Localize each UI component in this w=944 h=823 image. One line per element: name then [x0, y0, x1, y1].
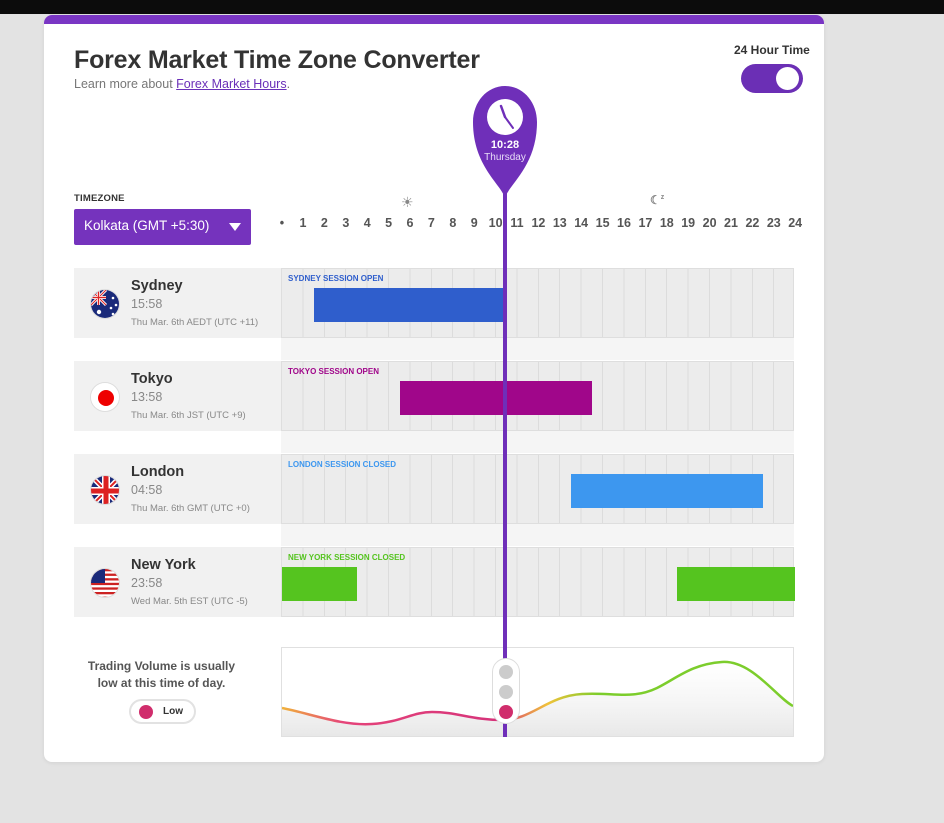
- local-time: 15:58: [131, 297, 163, 311]
- converter-card: Forex Market Time Zone Converter Learn m…: [44, 15, 824, 762]
- volume-level-label: Low: [163, 706, 183, 717]
- hour-label: 2: [320, 216, 328, 230]
- hour-label: 15: [595, 216, 610, 230]
- hour-label: 17: [638, 216, 653, 230]
- hour-label: 13: [552, 216, 567, 230]
- row-spacer: [281, 524, 794, 546]
- session-bar: [677, 567, 795, 601]
- session-timeline: SYDNEY SESSION OPEN: [281, 268, 794, 338]
- volume-level-dot: [139, 705, 153, 719]
- local-date: Thu Mar. 6th AEDT (UTC +11): [131, 317, 259, 328]
- local-time: 23:58: [131, 576, 163, 590]
- hour-label: 19: [681, 216, 696, 230]
- subtitle: Learn more about Forex Market Hours.: [74, 77, 290, 91]
- hour-axis: • 1 2 3 4 5 6 7 8 9 10 11 12 13 14 15 16 17 18 19 20 21 22 23 2…: [44, 216, 824, 236]
- indicator-light-low: [499, 705, 513, 719]
- volume-level-badge: Low: [129, 699, 196, 724]
- card-accent-bar: [44, 15, 824, 24]
- volume-chart: [281, 647, 794, 737]
- session-bar: [399, 381, 592, 415]
- hour-label: 18: [659, 216, 674, 230]
- hour-label: 11: [510, 216, 524, 230]
- volume-description: Trading Volume is usually low at this ti…: [87, 659, 236, 690]
- hour-label: 5: [385, 216, 393, 230]
- hour-label: 22: [745, 216, 760, 230]
- market-info: London 04:58 Thu Mar. 6th GMT (UTC +0): [74, 454, 281, 524]
- market-row-sydney: Sydney 15:58 Thu Mar. 6th AEDT (UTC +11)…: [74, 268, 794, 338]
- indicator-light-high: [499, 665, 513, 679]
- hour-label: 7: [427, 216, 435, 230]
- hour-label: 3: [342, 216, 350, 230]
- hour-dot: •: [279, 216, 285, 230]
- hour-label: 21: [724, 216, 738, 230]
- pin-time: 10:28: [490, 139, 520, 151]
- session-timeline: LONDON SESSION CLOSED: [281, 454, 794, 524]
- market-row-london: London 04:58 Thu Mar. 6th GMT (UTC +0) L…: [74, 454, 794, 524]
- session-bar: [314, 288, 507, 322]
- city-name: New York: [131, 557, 196, 573]
- session-status: SYDNEY SESSION OPEN: [288, 274, 384, 283]
- usa-flag-icon: [90, 568, 120, 598]
- session-status: LONDON SESSION CLOSED: [288, 460, 397, 469]
- hour-label: 14: [574, 216, 589, 230]
- hour-label: 4: [363, 216, 371, 230]
- session-timeline: NEW YORK SESSION CLOSED: [281, 547, 795, 617]
- hour-label: 12: [531, 216, 546, 230]
- current-time-line[interactable]: [503, 175, 507, 737]
- local-date: Thu Mar. 6th GMT (UTC +0): [131, 503, 250, 514]
- volume-indicator: [492, 658, 520, 724]
- city-name: Sydney: [131, 278, 183, 294]
- hour-label: 8: [449, 216, 457, 230]
- session-status: TOKYO SESSION OPEN: [288, 367, 379, 376]
- subtitle-prefix: Learn more about: [74, 77, 177, 91]
- market-row-tokyo: Tokyo 13:58 Thu Mar. 6th JST (UTC +9) TO…: [74, 361, 794, 431]
- city-name: Tokyo: [131, 371, 173, 387]
- indicator-light-medium: [499, 685, 513, 699]
- session-status: NEW YORK SESSION CLOSED: [288, 553, 406, 562]
- hour-label: 6: [406, 216, 414, 230]
- sun-icon: ☀: [401, 194, 414, 210]
- timezone-label: TIMEZONE: [74, 193, 125, 204]
- japan-flag-icon: [90, 382, 120, 412]
- market-info: New York 23:58 Wed Mar. 5th EST (UTC -5): [74, 547, 281, 617]
- moon-sleep-icon: ☾z: [650, 193, 665, 207]
- 24-hour-toggle[interactable]: [741, 64, 803, 93]
- market-row-new-york: New York 23:58 Wed Mar. 5th EST (UTC -5)…: [74, 547, 795, 617]
- city-name: London: [131, 464, 185, 480]
- hour-label: 1: [299, 216, 307, 230]
- australia-flag-icon: [90, 289, 120, 319]
- toggle-knob: [776, 67, 799, 90]
- page-title: Forex Market Time Zone Converter: [74, 46, 480, 74]
- hour-label: 16: [617, 216, 631, 230]
- hour-label: 23: [766, 216, 781, 230]
- market-info: Tokyo 13:58 Thu Mar. 6th JST (UTC +9): [74, 361, 281, 431]
- subtitle-suffix: .: [286, 77, 291, 91]
- 24-hour-toggle-label: 24 Hour Time: [734, 43, 810, 57]
- hour-label: 9: [470, 216, 478, 230]
- pin-day: Thursday: [484, 152, 526, 163]
- market-info: Sydney 15:58 Thu Mar. 6th AEDT (UTC +11): [74, 268, 281, 338]
- local-date: Wed Mar. 5th EST (UTC -5): [131, 596, 248, 607]
- uk-flag-icon: [90, 475, 120, 505]
- session-bar: [570, 474, 763, 508]
- local-time: 04:58: [131, 483, 163, 497]
- current-time-pin[interactable]: 10:28 Thursday: [473, 84, 537, 200]
- hour-label: 20: [702, 216, 717, 230]
- row-spacer: [281, 431, 794, 453]
- hour-label: 24: [788, 216, 803, 230]
- volume-curve: [281, 660, 794, 736]
- session-timeline: TOKYO SESSION OPEN: [281, 361, 794, 431]
- local-date: Thu Mar. 6th JST (UTC +9): [131, 410, 246, 421]
- row-spacer: [281, 338, 794, 360]
- browser-top-bar: [0, 0, 944, 14]
- forex-market-hours-link[interactable]: Forex Market Hours: [176, 77, 286, 91]
- session-bar: [282, 567, 357, 601]
- local-time: 13:58: [131, 390, 163, 404]
